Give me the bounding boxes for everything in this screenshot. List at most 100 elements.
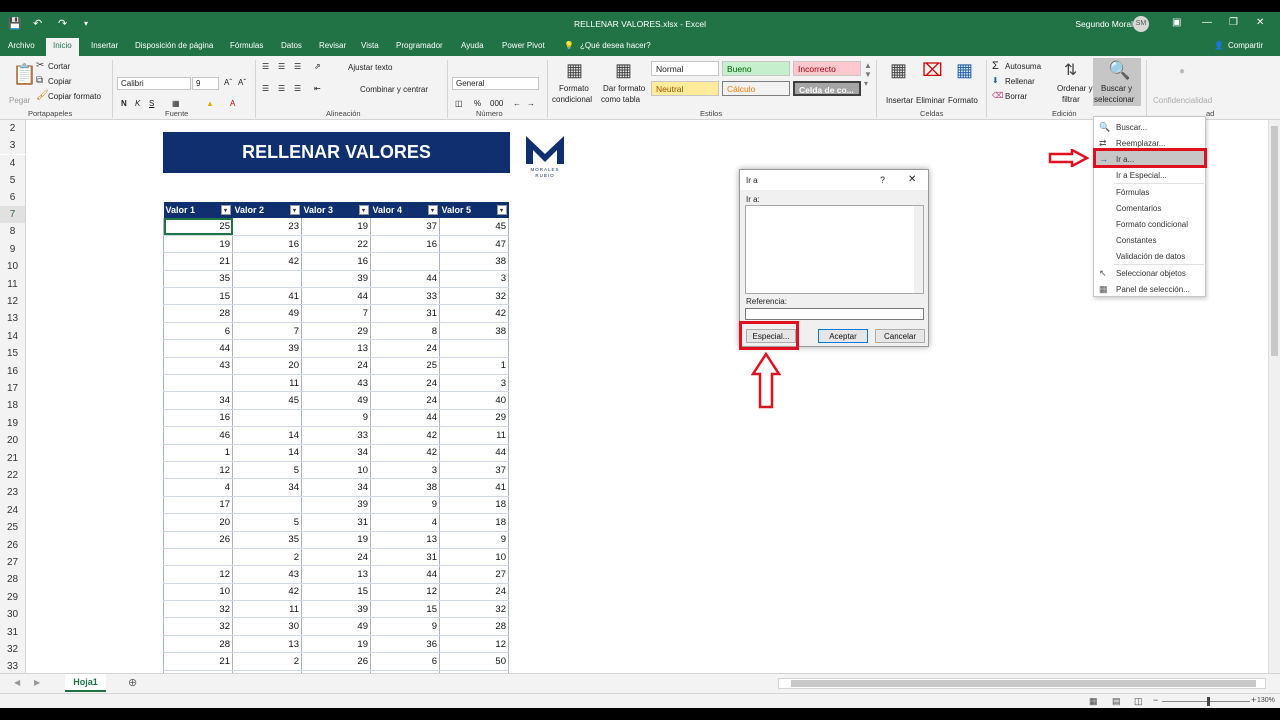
tab-formulas[interactable]: Fórmulas: [230, 41, 263, 50]
find-select-label[interactable]: Buscar y: [1101, 84, 1132, 93]
conditional-format-icon[interactable]: ▦: [566, 60, 583, 81]
ribbon-display-icon[interactable]: ▣: [1172, 17, 1181, 28]
close-icon[interactable]: ✕: [1256, 17, 1264, 28]
style-neutral[interactable]: Neutral: [651, 81, 719, 96]
tab-disposicion[interactable]: Disposición de página: [135, 41, 213, 50]
delete-cells-icon[interactable]: ⌧: [922, 60, 943, 81]
table-cell[interactable]: 16: [301, 252, 371, 271]
table-cell[interactable]: 39: [301, 600, 371, 619]
styles-scroll-icon[interactable]: ▲ ▼ ▾: [864, 61, 872, 88]
table-cell[interactable]: 42: [370, 426, 440, 445]
wrap-text-button[interactable]: Ajustar texto: [348, 63, 392, 72]
table-cell[interactable]: 15: [301, 583, 371, 602]
table-cell[interactable]: 38: [439, 252, 509, 271]
zoom-slider-thumb[interactable]: [1207, 697, 1210, 706]
row-header[interactable]: 9: [0, 240, 26, 259]
filter-dropdown-icon[interactable]: ▾: [496, 205, 507, 215]
avatar[interactable]: SM: [1133, 16, 1149, 32]
filter-dropdown-icon[interactable]: ▾: [358, 205, 369, 215]
row-header[interactable]: 16: [0, 362, 26, 380]
table-cell[interactable]: 1: [163, 444, 233, 462]
restore-icon[interactable]: ❐: [1229, 17, 1238, 28]
row-header[interactable]: 26: [0, 536, 26, 554]
column-header[interactable]: Valor 1 ▾: [163, 202, 233, 218]
list-scrollbar[interactable]: [914, 206, 923, 293]
table-cell[interactable]: 7: [232, 322, 302, 341]
row-header[interactable]: 32: [0, 641, 26, 659]
menu-item-panel-seleccion[interactable]: Panel de selección...: [1116, 285, 1190, 294]
zoom-level[interactable]: 130%: [1257, 697, 1275, 704]
menu-item-comentarios[interactable]: Comentarios: [1116, 204, 1161, 213]
table-cell[interactable]: 34: [301, 444, 371, 462]
row-header[interactable]: 30: [0, 606, 26, 624]
sort-filter-icon[interactable]: ⇅: [1064, 60, 1077, 80]
table-cell[interactable]: [232, 270, 302, 289]
column-header[interactable]: Valor 5 ▾: [439, 202, 509, 218]
table-cell[interactable]: 15: [370, 600, 440, 619]
table-cell[interactable]: 8: [370, 322, 440, 341]
align-middle-icon[interactable]: ☰: [278, 62, 285, 71]
values-table[interactable]: Valor 1 ▾ Valor 2 ▾ Valor 3 ▾ Valor 4 ▾ Valor 5 ▾…: [163, 202, 509, 689]
menu-item-reemplazar[interactable]: Reemplazar...: [1116, 139, 1165, 148]
table-cell[interactable]: 44: [370, 409, 440, 428]
row-header[interactable]: 18: [0, 397, 26, 415]
insert-cells-button[interactable]: Insertar: [886, 96, 913, 105]
shrink-font-icon[interactable]: Aˇ: [238, 78, 246, 87]
table-cell[interactable]: 44: [370, 270, 440, 289]
format-painter-button[interactable]: Copiar formato: [48, 92, 101, 101]
find-select-menu[interactable]: 🔍 Buscar... ⇄ Reemplazar... → Ir a... Ir…: [1093, 116, 1206, 297]
table-cell[interactable]: 24: [370, 391, 440, 410]
prev-sheet-icon[interactable]: ◀: [14, 678, 20, 687]
table-cell[interactable]: 3: [439, 374, 509, 393]
table-cell[interactable]: 30: [232, 617, 302, 636]
table-cell[interactable]: 29: [301, 322, 371, 341]
table-cell[interactable]: 24: [301, 357, 371, 376]
table-cell[interactable]: 43: [301, 374, 371, 393]
row-header[interactable]: 29: [0, 588, 26, 607]
row-header[interactable]: 13: [0, 310, 26, 328]
table-cell[interactable]: 19: [163, 235, 233, 254]
sheet-title[interactable]: RELLENAR VALORES: [163, 132, 510, 173]
table-cell[interactable]: 47: [439, 235, 509, 254]
table-cell[interactable]: 49: [232, 304, 302, 323]
table-cell[interactable]: 9: [301, 409, 371, 428]
table-cell[interactable]: 13: [232, 635, 302, 654]
borders-icon[interactable]: ▦: [172, 99, 180, 108]
tab-programador[interactable]: Programador: [396, 41, 443, 50]
table-cell[interactable]: 26: [163, 531, 233, 549]
table-cell[interactable]: 19: [301, 531, 371, 549]
table-cell[interactable]: 16: [163, 409, 233, 428]
ok-button[interactable]: Aceptar: [818, 329, 868, 343]
paste-icon[interactable]: 📋: [12, 62, 37, 87]
clear-button[interactable]: Borrar: [1005, 92, 1027, 101]
table-cell[interactable]: 37: [439, 461, 509, 480]
underline-icon[interactable]: S: [149, 99, 154, 108]
number-format-select[interactable]: General: [452, 77, 539, 90]
row-header[interactable]: 15: [0, 345, 26, 363]
align-center-icon[interactable]: ☰: [278, 84, 285, 93]
style-incorrecto[interactable]: Incorrecto: [793, 61, 861, 76]
filter-dropdown-icon[interactable]: ▾: [220, 205, 231, 215]
row-header[interactable]: 25: [0, 519, 26, 537]
table-cell[interactable]: 44: [301, 287, 371, 306]
table-cell[interactable]: 2: [232, 652, 302, 671]
style-normal[interactable]: Normal: [651, 61, 719, 76]
table-cell[interactable]: [232, 496, 302, 515]
horizontal-scrollbar[interactable]: [778, 678, 1266, 689]
tab-inicio[interactable]: Inicio: [46, 38, 79, 56]
table-cell[interactable]: 24: [301, 548, 371, 567]
table-cell[interactable]: 16: [232, 235, 302, 254]
table-cell[interactable]: 37: [370, 218, 440, 236]
close-icon[interactable]: ✕: [908, 174, 916, 185]
menu-item-formato-condicional[interactable]: Formato condicional: [1116, 220, 1188, 229]
table-cell[interactable]: 9: [439, 531, 509, 549]
table-cell[interactable]: 12: [163, 461, 233, 480]
table-cell[interactable]: 13: [301, 339, 371, 358]
tab-archivo[interactable]: Archivo: [8, 41, 35, 50]
table-cell[interactable]: 44: [370, 565, 440, 584]
table-cell[interactable]: 39: [301, 270, 371, 289]
table-cell[interactable]: 38: [439, 322, 509, 341]
cut-button[interactable]: Cortar: [48, 62, 70, 71]
table-cell[interactable]: 5: [232, 513, 302, 532]
table-cell[interactable]: 46: [163, 426, 233, 445]
